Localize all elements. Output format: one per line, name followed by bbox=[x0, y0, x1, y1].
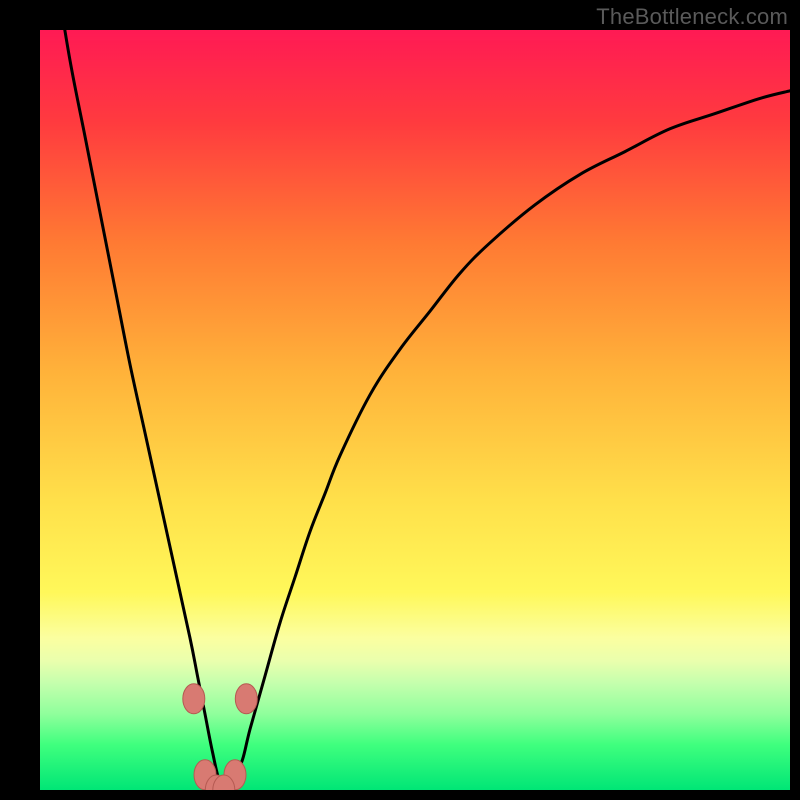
plot-area bbox=[40, 30, 790, 790]
bottleneck-curve bbox=[40, 30, 790, 785]
curve-marker bbox=[235, 684, 257, 714]
watermark-label: TheBottleneck.com bbox=[596, 4, 788, 30]
chart-frame: TheBottleneck.com bbox=[0, 0, 800, 800]
curve-marker bbox=[183, 684, 205, 714]
curve-layer bbox=[40, 30, 790, 790]
curve-markers bbox=[183, 684, 257, 790]
